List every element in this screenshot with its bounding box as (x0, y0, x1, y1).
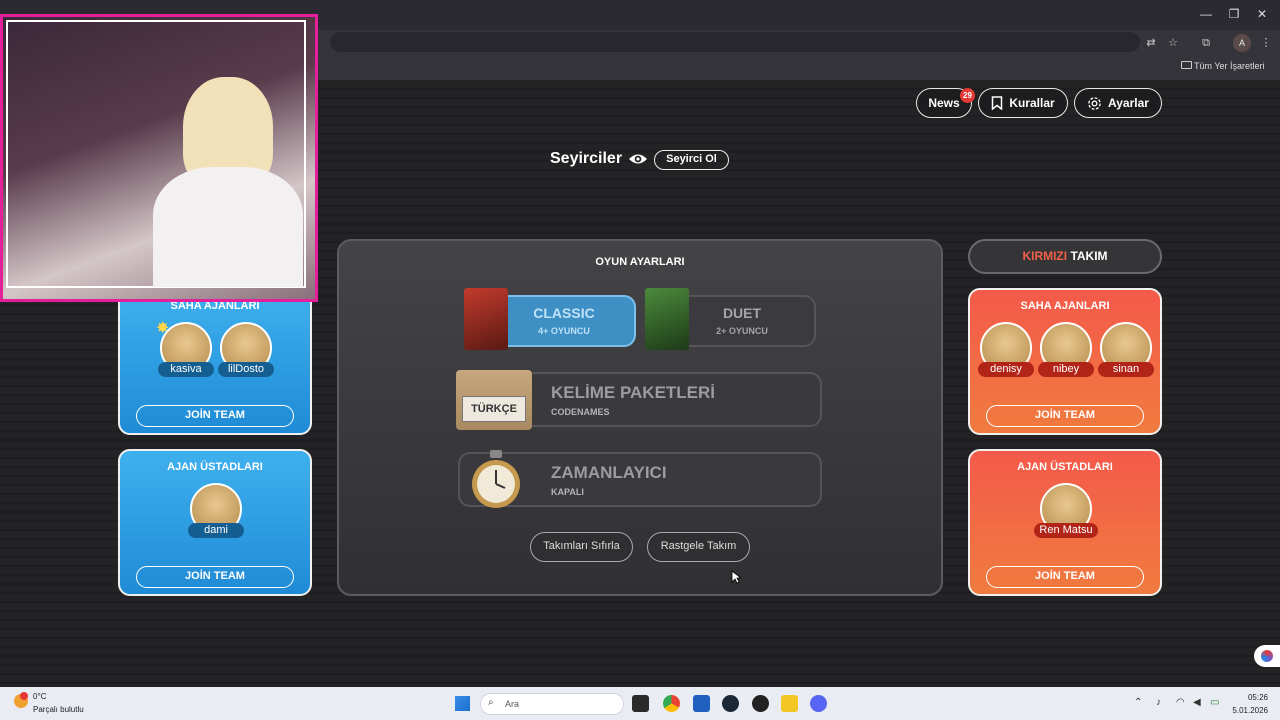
all-bookmarks-link[interactable]: Tüm Yer İşaretleri (1194, 61, 1265, 71)
wifi-icon[interactable]: ◠ (1176, 697, 1185, 708)
minimize-icon[interactable]: — (1198, 6, 1214, 22)
blue-operatives-join-button[interactable]: JOİN TEAM (136, 405, 294, 427)
file-explorer-icon[interactable] (781, 695, 798, 712)
stopwatch-icon (472, 450, 520, 508)
spectators-title: Seyirciler (550, 150, 623, 167)
red-spymasters-card: AJAN ÜSTADLARI Ren Matsu JOİN TEAM (968, 449, 1162, 596)
windows-start-icon[interactable] (455, 696, 470, 711)
mouse-cursor-icon (731, 570, 741, 584)
red-spymaster-name: Ren Matsu (1034, 523, 1098, 538)
rules-label: Kurallar (1009, 96, 1055, 110)
red-operative-name: sinan (1098, 362, 1154, 377)
duet-box-art (645, 288, 689, 350)
translate-icon[interactable]: ⇄ (1143, 35, 1159, 51)
red-team-header-color-word: KIRMIZI (1022, 249, 1068, 263)
duet-subtitle: 2+ OYUNCU (716, 326, 768, 336)
red-team-header-rest: TAKIM (1067, 249, 1108, 263)
red-operative-name: nibey (1038, 362, 1094, 377)
side-widget-button[interactable] (1254, 645, 1280, 667)
rules-button[interactable]: Kurallar (978, 88, 1068, 118)
news-label: News (928, 96, 960, 110)
duet-title: DUET (722, 305, 762, 321)
red-spymasters-join-button[interactable]: JOİN TEAM (986, 566, 1144, 588)
close-icon[interactable]: ✕ (1254, 6, 1270, 22)
blue-operative-name: lilDosto (218, 362, 274, 377)
folder-icon (1181, 61, 1192, 69)
clock-date[interactable]: 5.01.2026 (1228, 706, 1268, 715)
blue-spymaster-name: dami (188, 523, 244, 538)
settings-button[interactable]: Ayarlar (1074, 88, 1162, 118)
timer-subtitle: KAPALI (551, 487, 584, 497)
chrome-icon[interactable] (663, 695, 680, 712)
bookmark-icon (992, 96, 1003, 110)
mode-duet-button[interactable] (668, 295, 816, 347)
streamer-sweater-image (153, 167, 303, 287)
tray-chevron-icon[interactable]: ⌃ (1134, 697, 1142, 708)
discord-icon[interactable] (810, 695, 827, 712)
store-icon[interactable] (693, 695, 710, 712)
profile-avatar[interactable]: A (1233, 34, 1251, 52)
blue-operative-name: kasiva (158, 362, 214, 377)
game-settings-title: OYUN AYARLARI (595, 256, 685, 268)
reset-teams-button[interactable]: Takımları Sıfırla (530, 532, 633, 562)
address-bar[interactable] (330, 32, 1140, 52)
taskbar-search-input[interactable]: Ara (480, 693, 624, 715)
restore-icon[interactable]: ❐ (1226, 6, 1242, 22)
red-team-header: KIRMIZI TAKIM (968, 239, 1162, 274)
red-operatives-title: SAHA AJANLARI (1020, 300, 1110, 312)
red-operatives-card: SAHA AJANLARI denisy nibey sinan JOİN TE… (968, 288, 1162, 435)
webcam-overlay (0, 14, 318, 302)
microphone-icon[interactable]: ♪ (1156, 697, 1161, 708)
app-icon[interactable] (752, 695, 769, 712)
settings-label: Ayarlar (1108, 96, 1149, 110)
search-icon: ⌕ (488, 697, 494, 708)
menu-icon[interactable]: ⋮ (1258, 35, 1274, 51)
weather-description: Parçalı bulutlu (33, 705, 84, 714)
red-spymasters-title: AJAN ÜSTADLARI (1017, 461, 1113, 473)
random-team-button[interactable]: Rastgele Takım (647, 532, 750, 562)
extensions-icon[interactable]: ⧉ (1198, 35, 1214, 51)
star-icon: ✸ (156, 320, 170, 337)
word-packs-subtitle: CODENAMES (551, 407, 610, 417)
red-operatives-join-button[interactable]: JOİN TEAM (986, 405, 1144, 427)
gear-icon (1088, 96, 1101, 110)
red-operative-name: denisy (978, 362, 1034, 377)
classic-subtitle: 4+ OYUNCU (538, 326, 590, 336)
mode-classic-button[interactable] (490, 295, 636, 347)
battery-icon[interactable]: ▭ (1210, 697, 1219, 708)
become-spectator-button[interactable]: Seyirci Ol (654, 150, 729, 170)
blue-operatives-card: SAHA AJANLARI kasiva lilDosto JOİN TEAM (118, 288, 312, 435)
classic-title: CLASSIC (533, 305, 595, 321)
widget-icon (1261, 650, 1273, 662)
language-badge: TÜRKÇE (462, 396, 526, 422)
steam-icon[interactable] (722, 695, 739, 712)
word-packs-title: KELİME PAKETLERİ (551, 383, 716, 402)
blue-spymasters-title: AJAN ÜSTADLARI (167, 461, 263, 473)
classic-box-art (464, 288, 508, 350)
clock-time[interactable]: 05:26 (1238, 693, 1268, 702)
blue-spymasters-card: AJAN ÜSTADLARI dami JOİN TEAM (118, 449, 312, 596)
star-icon[interactable]: ☆ (1165, 35, 1181, 51)
timer-title: ZAMANLAYICI (551, 463, 667, 482)
task-view-icon[interactable] (632, 695, 649, 712)
weather-alert-badge (20, 692, 28, 700)
news-count-badge: 29 (960, 88, 975, 103)
blue-spymasters-join-button[interactable]: JOİN TEAM (136, 566, 294, 588)
eye-icon (629, 154, 647, 164)
volume-icon[interactable]: ◀ (1193, 697, 1201, 708)
weather-temperature: 0°C (33, 692, 47, 701)
